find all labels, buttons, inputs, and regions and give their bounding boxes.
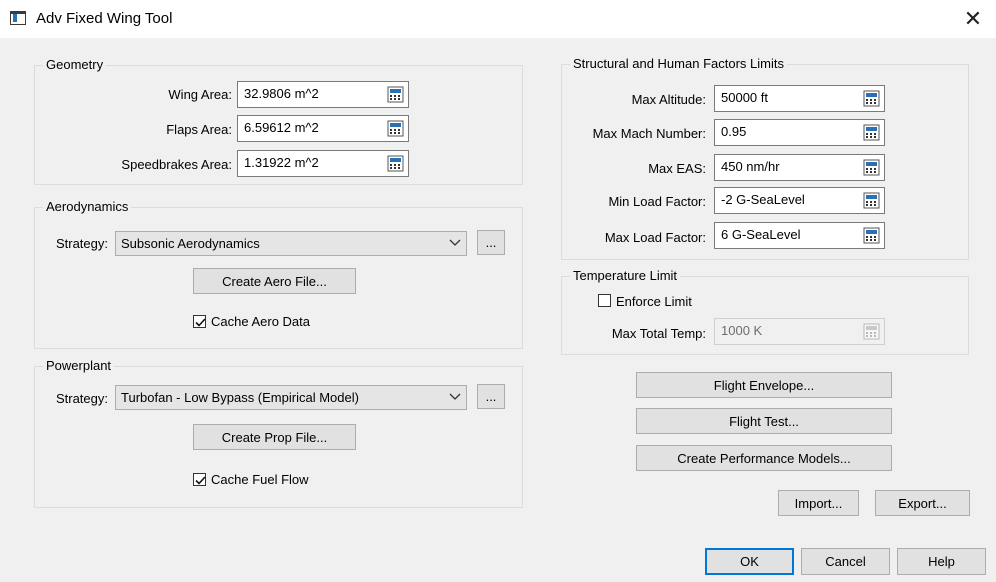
enforce-limit-checkbox[interactable] [598, 294, 611, 307]
structural-limits-title: Structural and Human Factors Limits [570, 56, 787, 71]
max-total-temp-field: 1000 K [714, 318, 885, 345]
max-altitude-label: Max Altitude: [631, 92, 706, 107]
flight-test-button[interactable]: Flight Test... [636, 408, 892, 434]
export-label: Export... [898, 495, 947, 511]
aero-strategy-select[interactable]: Subsonic Aerodynamics [115, 231, 467, 256]
close-button[interactable]: ✕ [950, 0, 996, 38]
calculator-icon [863, 323, 880, 340]
cancel-button[interactable]: Cancel [801, 548, 890, 575]
prop-strategy-value: Turbofan - Low Bypass (Empirical Model) [121, 390, 359, 405]
enforce-limit-label[interactable]: Enforce Limit [616, 294, 692, 309]
max-altitude-value: 50000 ft [721, 90, 768, 105]
title-bar: Adv Fixed Wing Tool ✕ [0, 0, 996, 38]
ellipsis-label: ... [485, 389, 497, 404]
chevron-down-icon [449, 239, 461, 246]
create-aero-file-label: Create Aero File... [222, 273, 327, 289]
calculator-icon[interactable] [863, 159, 880, 176]
geometry-title: Geometry [43, 57, 107, 72]
chevron-down-icon [449, 393, 461, 400]
max-load-factor-value: 6 G-SeaLevel [721, 227, 801, 242]
export-button[interactable]: Export... [875, 490, 970, 516]
prop-strategy-label: Strategy: [55, 391, 108, 406]
aerodynamics-title: Aerodynamics [43, 199, 132, 214]
calculator-icon[interactable] [863, 227, 880, 244]
create-performance-models-label: Create Performance Models... [677, 450, 851, 466]
help-button[interactable]: Help [897, 548, 986, 575]
max-load-factor-field[interactable]: 6 G-SeaLevel [714, 222, 885, 249]
create-prop-file-label: Create Prop File... [221, 429, 328, 445]
speedbrakes-area-field[interactable]: 1.31922 m^2 [237, 150, 409, 177]
help-label: Help [928, 554, 955, 569]
ellipsis-label: ... [485, 235, 497, 250]
max-total-temp-value: 1000 K [721, 323, 763, 338]
prop-strategy-options-button[interactable]: ... [477, 384, 505, 409]
calculator-icon[interactable] [387, 120, 404, 137]
calculator-icon[interactable] [863, 90, 880, 107]
wing-area-label: Wing Area: [168, 87, 232, 102]
flight-envelope-label: Flight Envelope... [713, 377, 815, 393]
flaps-area-value: 6.59612 m^2 [244, 120, 319, 135]
max-mach-label: Max Mach Number: [592, 126, 706, 141]
calculator-icon[interactable] [387, 155, 404, 172]
wing-area-value: 32.9806 m^2 [244, 86, 319, 101]
max-eas-field[interactable]: 450 nm/hr [714, 154, 885, 181]
speedbrakes-area-value: 1.31922 m^2 [244, 155, 319, 170]
max-eas-label: Max EAS: [648, 161, 706, 176]
min-load-factor-field[interactable]: -2 G-SeaLevel [714, 187, 885, 214]
window-title: Adv Fixed Wing Tool [36, 10, 173, 27]
max-mach-field[interactable]: 0.95 [714, 119, 885, 146]
cache-aero-data-checkbox[interactable] [193, 315, 206, 328]
max-total-temp-label: Max Total Temp: [611, 326, 706, 341]
min-load-factor-value: -2 G-SeaLevel [721, 192, 805, 207]
speedbrakes-area-label: Speedbrakes Area: [121, 157, 232, 172]
import-button[interactable]: Import... [778, 490, 859, 516]
powerplant-title: Powerplant [43, 358, 115, 373]
prop-strategy-select[interactable]: Turbofan - Low Bypass (Empirical Model) [115, 385, 467, 410]
flaps-area-label: Flaps Area: [166, 122, 232, 137]
wing-area-field[interactable]: 32.9806 m^2 [237, 81, 409, 108]
flight-envelope-button[interactable]: Flight Envelope... [636, 372, 892, 398]
import-label: Import... [794, 495, 843, 511]
checkmark-icon [195, 476, 206, 485]
create-aero-file-button[interactable]: Create Aero File... [193, 268, 356, 294]
ok-label: OK [740, 554, 759, 569]
flaps-area-field[interactable]: 6.59612 m^2 [237, 115, 409, 142]
calculator-icon[interactable] [863, 192, 880, 209]
create-performance-models-button[interactable]: Create Performance Models... [636, 445, 892, 471]
temperature-limit-title: Temperature Limit [570, 268, 681, 283]
max-altitude-field[interactable]: 50000 ft [714, 85, 885, 112]
ok-button[interactable]: OK [705, 548, 794, 575]
cache-aero-data-label[interactable]: Cache Aero Data [211, 314, 310, 329]
aero-strategy-options-button[interactable]: ... [477, 230, 505, 255]
max-load-factor-label: Max Load Factor: [604, 230, 706, 245]
min-load-factor-label: Min Load Factor: [608, 194, 706, 209]
aero-strategy-label: Strategy: [55, 236, 108, 251]
create-prop-file-button[interactable]: Create Prop File... [193, 424, 356, 450]
calculator-icon[interactable] [387, 86, 404, 103]
checkmark-icon [195, 318, 206, 327]
cache-fuel-flow-label[interactable]: Cache Fuel Flow [211, 472, 309, 487]
flight-test-label: Flight Test... [729, 413, 799, 429]
max-eas-value: 450 nm/hr [721, 159, 780, 174]
cancel-label: Cancel [825, 554, 866, 569]
cache-fuel-flow-checkbox[interactable] [193, 473, 206, 486]
aero-strategy-value: Subsonic Aerodynamics [121, 236, 260, 251]
max-mach-value: 0.95 [721, 124, 747, 139]
app-window-icon [10, 11, 26, 25]
calculator-icon[interactable] [863, 124, 880, 141]
